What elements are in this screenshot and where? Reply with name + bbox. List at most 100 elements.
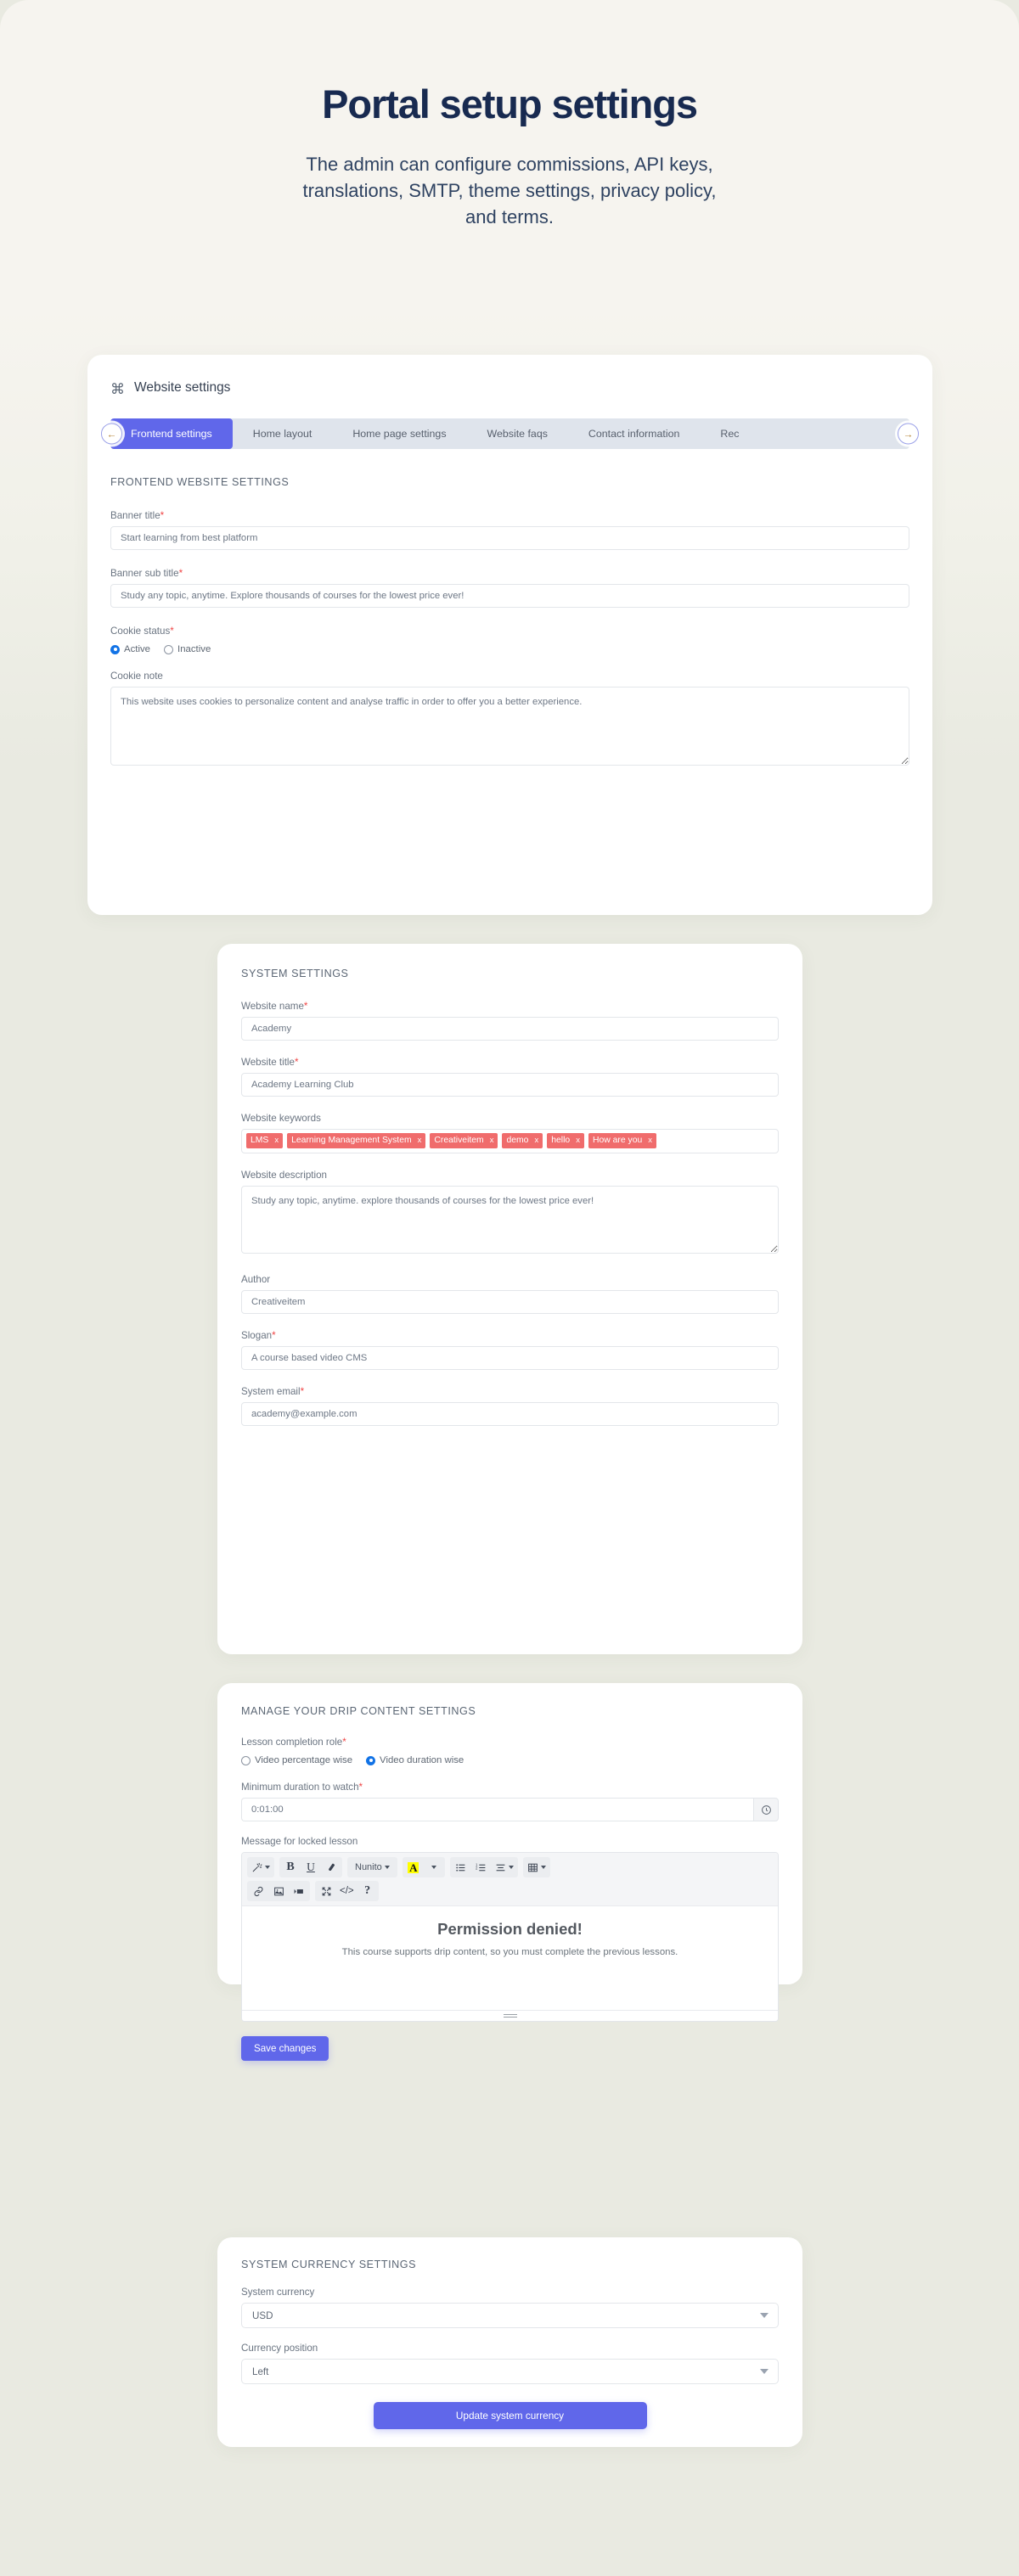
tabs-prev-button[interactable]: ← <box>101 423 122 445</box>
min-duration-label: Minimum duration to watch* <box>241 1782 363 1793</box>
website-name-input[interactable] <box>241 1017 779 1041</box>
editor-toolbar: B U Nunito A 1 2 </> ? <box>242 1853 778 1906</box>
tabs-next-button[interactable]: → <box>898 423 919 445</box>
frontend-settings-section-title: FRONTEND WEBSITE SETTINGS <box>110 476 290 488</box>
video-icon[interactable] <box>289 1882 309 1900</box>
keyword-remove-icon[interactable]: x <box>274 1136 279 1146</box>
keyword-remove-icon[interactable]: x <box>418 1136 422 1146</box>
drip-content-section-title: MANAGE YOUR DRIP CONTENT SETTINGS <box>241 1705 476 1717</box>
lesson-completion-radio-group: Video percentage wise Video duration wis… <box>241 1755 779 1765</box>
lesson-completion-duration-label: Video duration wise <box>380 1755 464 1765</box>
radio-active-icon <box>110 644 120 654</box>
keyword-tag: demo x <box>502 1133 543 1148</box>
banner-subtitle-input[interactable] <box>110 584 909 608</box>
system-settings-card: SYSTEM SETTINGS Website name* Website ti… <box>217 944 802 1654</box>
editor-content-area[interactable]: Permission denied! This course supports … <box>242 1906 778 2010</box>
website-description-label: Website description <box>241 1170 327 1181</box>
clock-icon[interactable] <box>753 1798 779 1821</box>
editor-paragraph: This course supports drip content, so yo… <box>341 1947 678 1957</box>
min-duration-input-group <box>241 1798 779 1821</box>
banner-title-input[interactable] <box>110 526 909 550</box>
align-icon[interactable] <box>492 1858 517 1877</box>
help-icon[interactable]: ? <box>357 1882 378 1900</box>
website-title-input[interactable] <box>241 1073 779 1097</box>
banner-title-field: Banner title* <box>110 510 909 550</box>
banner-subtitle-label: Banner sub title* <box>110 568 183 579</box>
system-currency-label: System currency <box>241 2287 315 2298</box>
font-family-select[interactable]: Nunito <box>348 1858 397 1877</box>
text-highlight-icon[interactable]: A <box>403 1858 424 1877</box>
keyword-remove-icon[interactable]: x <box>490 1136 494 1146</box>
code-view-icon[interactable]: </> <box>336 1882 357 1900</box>
editor-group-table <box>522 1857 550 1877</box>
table-icon[interactable] <box>524 1858 549 1877</box>
editor-resize-handle[interactable] <box>242 2010 778 2021</box>
locked-lesson-message-field: Message for locked lesson B U Nunito A 1… <box>241 1836 779 2022</box>
keyword-remove-icon[interactable]: x <box>576 1136 580 1146</box>
fullscreen-icon[interactable] <box>316 1882 336 1900</box>
website-name-label: Website name* <box>241 1001 308 1012</box>
underline-icon[interactable]: U <box>301 1858 321 1877</box>
cookie-status-active-option[interactable]: Active <box>110 644 150 654</box>
editor-group-font: Nunito <box>347 1857 397 1877</box>
tab-recaptcha-settings[interactable]: Rec <box>700 418 759 449</box>
currency-position-label: Currency position <box>241 2343 318 2354</box>
tab-website-faqs[interactable]: Website faqs <box>467 418 568 449</box>
cookie-status-inactive-label: Inactive <box>177 644 211 654</box>
system-currency-select[interactable]: USD <box>241 2303 779 2328</box>
currency-settings-section-title: SYSTEM CURRENCY SETTINGS <box>241 2259 417 2270</box>
min-duration-field: Minimum duration to watch* <box>241 1782 779 1821</box>
cookie-status-active-label: Active <box>124 644 151 654</box>
page-subtitle: The admin can configure commissions, API… <box>302 153 717 228</box>
website-name-field: Website name* <box>241 1001 779 1041</box>
tab-frontend-settings[interactable]: Frontend settings <box>110 418 233 449</box>
lesson-completion-duration-option[interactable]: Video duration wise <box>366 1755 464 1765</box>
min-duration-input[interactable] <box>241 1798 753 1821</box>
website-title-label: Website title* <box>241 1057 299 1068</box>
system-email-input[interactable] <box>241 1402 779 1426</box>
frontend-settings-form: FRONTEND WEBSITE SETTINGS Banner title* … <box>87 449 932 770</box>
chevron-down-icon <box>540 1866 546 1869</box>
author-label: Author <box>241 1274 271 1285</box>
ordered-list-icon[interactable]: 1 2 <box>471 1858 492 1877</box>
author-field: Author <box>241 1274 779 1314</box>
currency-position-select[interactable]: Left <box>241 2359 779 2384</box>
tab-home-page-settings[interactable]: Home page settings <box>332 418 466 449</box>
tabs-container: ← Frontend settings Home layout Home pag… <box>87 418 932 449</box>
keyword-tag: Learning Management System x <box>287 1133 426 1148</box>
system-email-field: System email* <box>241 1386 779 1426</box>
keyword-remove-icon[interactable]: x <box>534 1136 538 1146</box>
rich-text-editor: B U Nunito A 1 2 </> ? Permission denied… <box>241 1852 779 2022</box>
website-settings-header: ⌘ Website settings <box>87 355 932 396</box>
currency-position-select-wrap: Left <box>241 2359 779 2384</box>
lesson-completion-percentage-option[interactable]: Video percentage wise <box>241 1755 352 1765</box>
magic-wand-icon[interactable] <box>248 1858 273 1877</box>
tab-contact-information[interactable]: Contact information <box>568 418 700 449</box>
website-description-textarea[interactable]: Study any topic, anytime. explore thousa… <box>241 1186 779 1254</box>
command-icon: ⌘ <box>110 380 125 397</box>
hero-section: Portal setup settings The admin can conf… <box>0 0 1019 231</box>
bold-icon[interactable]: B <box>280 1858 301 1877</box>
lesson-completion-field: Lesson completion role* Video percentage… <box>241 1737 779 1765</box>
image-icon[interactable] <box>268 1882 289 1900</box>
svg-text:2: 2 <box>476 1866 478 1870</box>
cookie-note-textarea[interactable]: This website uses cookies to personalize… <box>110 687 909 766</box>
update-system-currency-button[interactable]: Update system currency <box>373 2402 647 2429</box>
cookie-status-inactive-option[interactable]: Inactive <box>164 644 211 654</box>
keyword-remove-icon[interactable]: x <box>648 1136 652 1146</box>
banner-title-label: Banner title* <box>110 510 165 521</box>
tab-home-layout[interactable]: Home layout <box>233 418 333 449</box>
editor-group-view: </> ? <box>315 1881 379 1901</box>
save-changes-button[interactable]: Save changes <box>241 2036 329 2061</box>
website-keywords-tag-input[interactable]: LMS x Learning Management System x Creativ… <box>241 1129 779 1153</box>
chevron-down-icon[interactable] <box>424 1858 444 1877</box>
eraser-icon[interactable] <box>321 1858 341 1877</box>
slogan-label: Slogan* <box>241 1330 276 1341</box>
slogan-input[interactable] <box>241 1346 779 1370</box>
link-icon[interactable] <box>248 1882 268 1900</box>
keyword-tag: LMS x <box>246 1133 284 1148</box>
highlight-letter: A <box>408 1860 419 1874</box>
website-keywords-field: Website keywords LMS x Learning Managemen… <box>241 1113 779 1153</box>
unordered-list-icon[interactable] <box>451 1858 471 1877</box>
author-input[interactable] <box>241 1290 779 1314</box>
